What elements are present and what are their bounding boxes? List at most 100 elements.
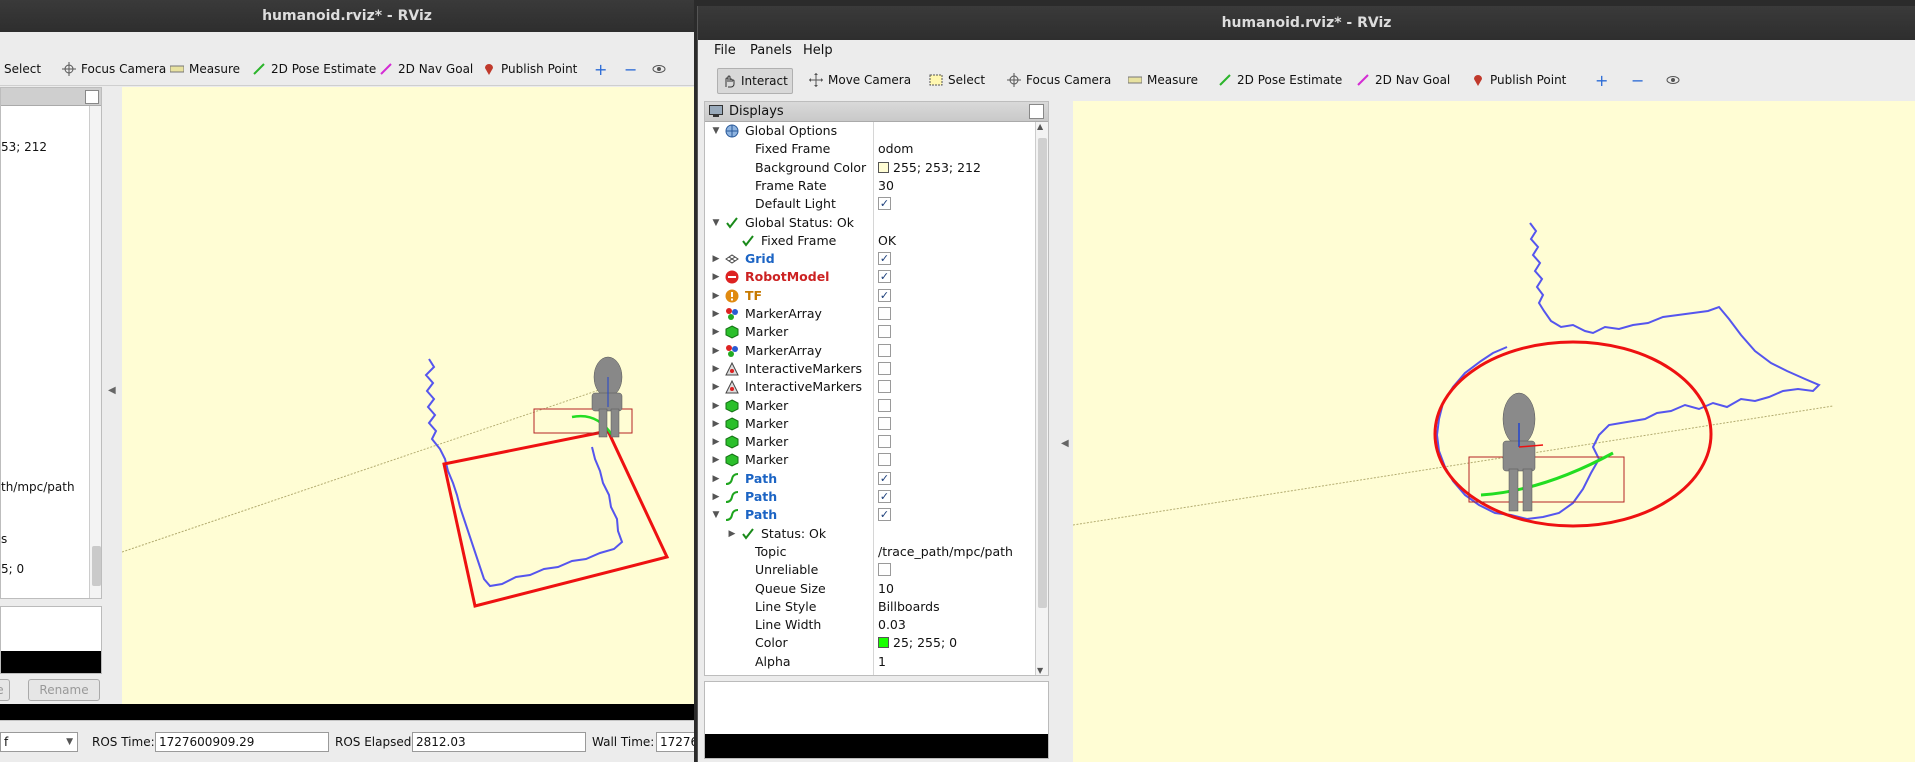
display-row-marker-array[interactable]: ▶ MarkerArray [705, 342, 1035, 360]
display-row-checkbox[interactable] [878, 380, 891, 394]
display-row-line-width[interactable]: Line Width 0.03 [705, 616, 1035, 634]
left-nav-goal-tool[interactable]: 2D Nav Goal [375, 58, 477, 80]
move-camera-tool[interactable]: Move Camera [805, 69, 915, 91]
left-remove-tool-icon[interactable]: − [620, 58, 641, 80]
display-row-tf[interactable]: ▶ TF ✓ [705, 287, 1035, 305]
focus-camera-tool[interactable]: Focus Camera [1003, 69, 1115, 91]
left-focus-camera-tool[interactable]: Focus Camera [58, 58, 170, 80]
expand-right-icon[interactable]: ▶ [711, 305, 721, 323]
display-row-checkbox[interactable] [878, 453, 891, 467]
display-row-path[interactable]: ▼ Path ✓ [705, 506, 1035, 524]
display-row-queue-size[interactable]: Queue Size 10 [705, 580, 1035, 598]
expand-right-icon[interactable]: ▶ [711, 323, 721, 341]
display-row-checkbox[interactable] [878, 361, 891, 375]
color-swatch[interactable] [878, 161, 889, 173]
menu-panels[interactable]: Panels [750, 43, 792, 58]
display-row-checkbox[interactable] [878, 435, 891, 449]
display-row-interactive-markers[interactable]: ▶ InteractiveMarkers [705, 378, 1035, 396]
display-row-value-cell[interactable]: OK [878, 232, 896, 250]
remove-tool-icon[interactable]: − [1627, 69, 1648, 91]
color-swatch[interactable] [878, 637, 889, 649]
display-row-alpha[interactable]: Alpha 1 [705, 653, 1035, 671]
display-row-marker[interactable]: ▶ Marker [705, 415, 1035, 433]
display-row-checkbox[interactable]: ✓ [878, 270, 891, 284]
interact-tool[interactable]: Interact [717, 68, 793, 94]
display-row-checkbox[interactable] [878, 563, 891, 577]
display-row-interactive-markers[interactable]: ▶ InteractiveMarkers [705, 360, 1035, 378]
expand-right-icon[interactable]: ▶ [711, 397, 721, 415]
measure-tool[interactable]: Measure [1124, 69, 1202, 91]
add-tool-icon[interactable]: + [1591, 69, 1612, 91]
display-row-value-cell[interactable]: Billboards [878, 598, 940, 616]
display-row-global-status[interactable]: ▼ Global Status: Ok [705, 214, 1035, 232]
display-row-value-cell[interactable]: /trace_path/mpc/path [878, 543, 1013, 561]
eye-icon[interactable] [1662, 69, 1684, 91]
display-row-checkbox[interactable]: ✓ [878, 288, 891, 302]
display-row-checkbox[interactable] [878, 343, 891, 357]
expand-right-icon[interactable]: ▶ [711, 360, 721, 378]
left-frame-combo[interactable]: f ▼ [0, 732, 78, 752]
left-measure-tool[interactable]: Measure [166, 58, 244, 80]
expand-right-icon[interactable]: ▶ [711, 415, 721, 433]
display-row-fixed-frame-status[interactable]: Fixed Frame OK [705, 232, 1035, 250]
display-row-value-cell[interactable]: odom [878, 140, 913, 158]
collapse-arrow-icon[interactable]: ◀ [1061, 438, 1069, 449]
display-row-value-cell[interactable]: 1 [878, 653, 886, 671]
left-remove-button[interactable]: e [0, 679, 10, 701]
select-tool[interactable]: Select [925, 69, 989, 91]
nav-goal-tool[interactable]: 2D Nav Goal [1352, 69, 1454, 91]
expand-right-icon[interactable]: ▶ [711, 470, 721, 488]
display-row-grid[interactable]: ▶ Grid ✓ [705, 250, 1035, 268]
display-row-value-cell[interactable]: 10 [878, 580, 894, 598]
display-row-robot-model[interactable]: ▶ RobotModel ✓ [705, 268, 1035, 286]
publish-point-tool[interactable]: Publish Point [1467, 69, 1570, 91]
display-row-global-options[interactable]: ▼ Global Options [705, 122, 1035, 140]
display-row-marker[interactable]: ▶ Marker [705, 451, 1035, 469]
expand-right-icon[interactable]: ▶ [711, 451, 721, 469]
expand-right-icon[interactable]: ▶ [711, 287, 721, 305]
display-row-line-style[interactable]: Line Style Billboards [705, 598, 1035, 616]
display-row-checkbox[interactable] [878, 398, 891, 412]
panel-undock-button[interactable] [1029, 104, 1044, 119]
left-eye-icon[interactable] [648, 58, 670, 80]
display-row-checkbox[interactable] [878, 325, 891, 339]
left-publish-point-tool[interactable]: Publish Point [478, 58, 581, 80]
display-row-value-cell[interactable]: 25; 255; 0 [878, 634, 957, 652]
left-rename-button[interactable]: Rename [28, 679, 100, 701]
display-row-frame-rate[interactable]: Frame Rate 30 [705, 177, 1035, 195]
display-row-path-status[interactable]: ▶ Status: Ok [705, 525, 1035, 543]
display-row-marker[interactable]: ▶ Marker [705, 433, 1035, 451]
display-row-default-light[interactable]: Default Light ✓ [705, 195, 1035, 213]
left-collapse-arrow-icon[interactable]: ◀ [108, 385, 116, 396]
display-row-checkbox[interactable]: ✓ [878, 197, 891, 211]
expand-right-icon[interactable]: ▶ [711, 378, 721, 396]
display-row-background-color[interactable]: Background Color 255; 253; 212 [705, 159, 1035, 177]
expand-down-icon[interactable]: ▼ [711, 506, 721, 524]
right-3d-viewport[interactable] [1073, 101, 1915, 762]
display-row-checkbox[interactable]: ✓ [878, 252, 891, 266]
menu-file[interactable]: File [714, 43, 736, 58]
displays-scrollbar[interactable]: ▲ ▼ [1035, 122, 1048, 675]
expand-right-icon[interactable]: ▶ [727, 525, 737, 543]
display-row-checkbox[interactable]: ✓ [878, 508, 891, 522]
display-row-marker-array[interactable]: ▶ MarkerArray [705, 305, 1035, 323]
display-row-topic[interactable]: Topic/trace_path/mpc/path [705, 543, 1035, 561]
left-select-tool[interactable]: Select [0, 58, 45, 80]
display-row-path[interactable]: ▶ Path ✓ [705, 488, 1035, 506]
display-row-path[interactable]: ▶ Path ✓ [705, 470, 1035, 488]
left-3d-viewport[interactable] [122, 87, 694, 704]
expand-right-icon[interactable]: ▶ [711, 250, 721, 268]
display-row-value-cell[interactable]: 0.03 [878, 616, 906, 634]
pose-estimate-tool[interactable]: 2D Pose Estimate [1214, 69, 1346, 91]
left-pose-estimate-tool[interactable]: 2D Pose Estimate [248, 58, 380, 80]
display-row-marker[interactable]: ▶ Marker [705, 323, 1035, 341]
expand-down-icon[interactable]: ▼ [711, 122, 721, 140]
display-row-marker[interactable]: ▶ Marker [705, 397, 1035, 415]
display-row-color[interactable]: Color 25; 255; 0 [705, 634, 1035, 652]
display-row-value-cell[interactable]: 30 [878, 177, 894, 195]
expand-right-icon[interactable]: ▶ [711, 488, 721, 506]
left-add-tool-icon[interactable]: + [590, 58, 611, 80]
display-row-checkbox[interactable] [878, 307, 891, 320]
display-row-unreliable[interactable]: Unreliable [705, 561, 1035, 579]
display-row-checkbox[interactable]: ✓ [878, 471, 891, 485]
